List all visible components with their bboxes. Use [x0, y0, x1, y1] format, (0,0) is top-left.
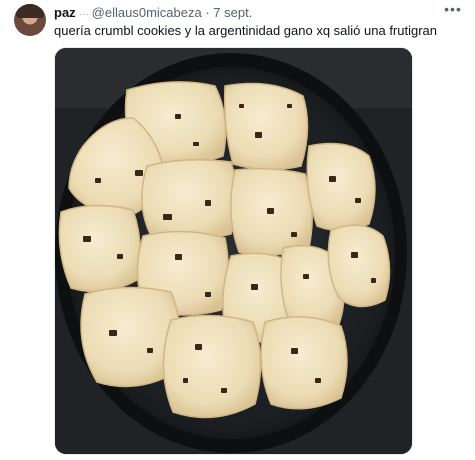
cookie — [162, 314, 262, 419]
author-name[interactable]: paz — [54, 5, 76, 20]
cookie — [141, 159, 238, 241]
separator-dot: · — [205, 5, 210, 20]
cookie — [223, 82, 309, 171]
tweet-text: quería crumbl cookies y la argentinidad … — [54, 23, 438, 38]
cookie — [58, 204, 141, 293]
tweet[interactable]: paz ··· @ellaus0micabeza · 7 sept. ••• que… — [0, 0, 475, 460]
verified-icon: ··· — [78, 9, 89, 20]
tweet-header: paz ··· @ellaus0micabeza · 7 sept. — [54, 4, 459, 22]
cookie — [260, 316, 348, 410]
more-options-icon[interactable]: ••• — [443, 2, 463, 20]
tweet-image[interactable] — [54, 47, 413, 455]
cookie — [327, 224, 391, 308]
avatar[interactable] — [14, 4, 46, 36]
cookie — [306, 142, 376, 232]
author-handle[interactable]: @ellaus0micabeza — [92, 5, 202, 20]
tweet-date[interactable]: 7 sept. — [213, 5, 252, 20]
cookies-photo — [55, 48, 412, 454]
avatar-hair — [16, 4, 44, 18]
